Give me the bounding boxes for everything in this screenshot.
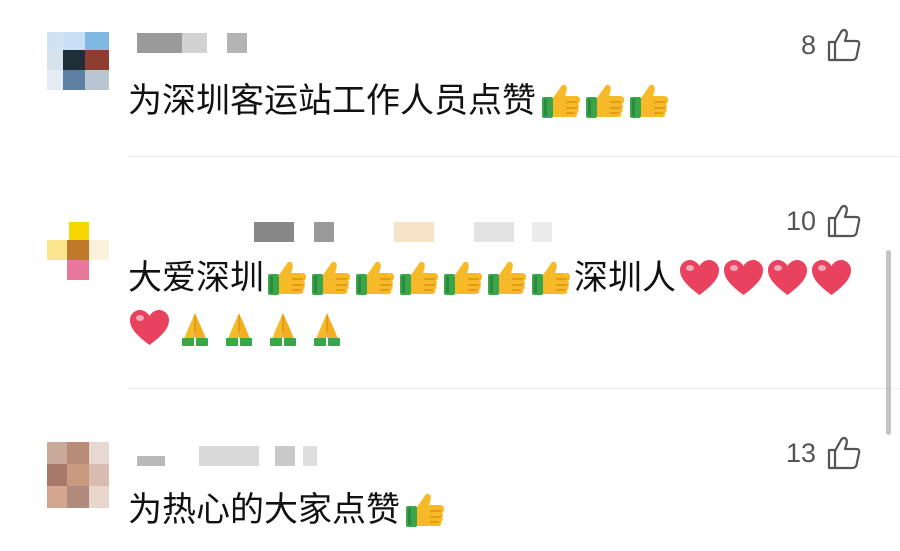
thumbs-up-emoji-icon [354,259,396,297]
thumbs-up-emoji-icon [404,491,446,529]
thumbs-up-emoji-icon [266,259,308,297]
thumbs-up-outline-icon[interactable] [826,28,862,62]
heart-emoji-group [678,258,854,298]
comment-text-content: 为热心的大家点赞 [128,490,400,530]
thumbs-up-outline-icon[interactable] [826,204,862,238]
folded-hands-emoji-icon [176,309,214,347]
comment-divider [128,156,900,157]
scrollbar[interactable] [886,250,891,435]
thumbs-up-emoji-icon [310,259,352,297]
folded-hands-emoji-icon [220,309,258,347]
comment-text-part-1: 大爱深圳 [128,258,264,298]
heart-emoji-icon [128,308,171,348]
thumbs-up-emoji-group [404,491,448,529]
heart-emoji-icon [810,258,853,298]
avatar[interactable] [47,442,109,512]
like-group: 10 [786,204,862,238]
thumbs-up-emoji-icon [486,259,528,297]
username-blurred[interactable] [137,33,397,53]
thumbs-up-outline-icon[interactable] [826,436,862,470]
like-count: 10 [785,205,816,236]
like-count: 8 [800,29,816,60]
heart-emoji-icon [766,258,809,298]
thumbs-up-emoji-group [266,259,574,297]
comment-text: 为热心的大家点赞 [128,487,448,533]
folded-hands-emoji-icon [264,309,302,347]
avatar[interactable] [47,222,109,292]
comment-text-part-2: 深圳人 [574,258,676,298]
thumbs-up-emoji-icon [628,82,670,120]
comment-divider [128,388,900,389]
comment-text: 为深圳客运站工作人员点赞 [128,78,672,124]
thumbs-up-emoji-icon [584,82,626,120]
like-group: 13 [786,436,862,470]
comment-text-content: 为深圳客运站工作人员点赞 [128,81,536,121]
heart-emoji-group [128,308,172,348]
thumbs-up-emoji-icon [398,259,440,297]
heart-emoji-icon [722,258,765,298]
thumbs-up-emoji-icon [540,82,582,120]
thumbs-up-emoji-icon [442,259,484,297]
thumbs-up-emoji-group [540,82,672,120]
username-blurred[interactable] [137,446,337,466]
folded-hands-emoji-icon [308,309,346,347]
username-blurred[interactable] [254,222,574,242]
heart-emoji-icon [678,258,721,298]
avatar[interactable] [47,32,109,102]
like-group: 8 [801,28,862,62]
like-count: 13 [785,437,816,468]
folded-hands-emoji-group [176,309,352,347]
comment-text: 大爱深圳 深圳人 [128,255,854,351]
thumbs-up-emoji-icon [530,259,572,297]
